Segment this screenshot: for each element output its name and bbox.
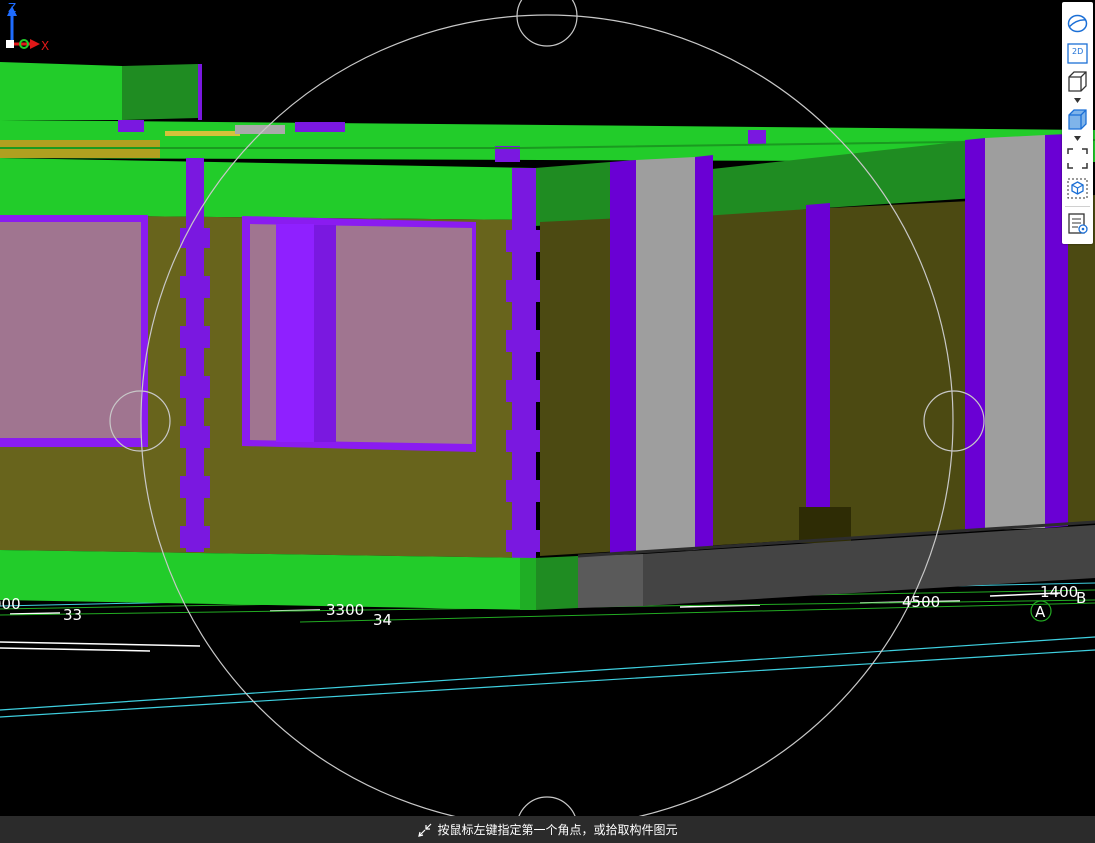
window-mullion [276, 224, 314, 442]
toolbar-divider [1065, 206, 1090, 207]
dimension-label: 000 [0, 595, 21, 613]
window-mullion [314, 225, 336, 442]
chevron-down-icon[interactable] [1074, 136, 1081, 141]
status-bar: 按鼠标左键指定第一个角点，或拾取构件图元 [0, 816, 1095, 843]
pick-cursor-icon [418, 823, 432, 837]
display-list-icon[interactable] [1066, 212, 1089, 235]
roof-beam [0, 62, 122, 120]
3d-model-viewport[interactable]: 000 33 3300 34 4500 A 1400 B Z X [0, 0, 1095, 816]
grid-line [0, 649, 1095, 718]
front-beam-top [0, 158, 535, 220]
x-axis-label: X [41, 39, 49, 53]
z-axis-label: Z [8, 1, 16, 15]
status-message: 按鼠标左键指定第一个角点，或拾取构件图元 [437, 823, 678, 837]
2d-view-label: 2D [1072, 47, 1084, 56]
ground-beam [0, 550, 535, 610]
dimension-label: 1400 [1040, 583, 1078, 601]
ground-beam-side [535, 556, 578, 610]
roof-column [198, 64, 202, 120]
roof-slab-gray [235, 125, 285, 134]
roof-slab-yellow [165, 131, 240, 136]
fullscreen-icon[interactable] [1066, 147, 1089, 170]
axis-label: B [1076, 589, 1086, 607]
orbit-icon[interactable] [1066, 12, 1089, 35]
model-scene[interactable]: 000 33 3300 34 4500 A 1400 B [0, 0, 1095, 816]
view-toolbar: 2D [1062, 2, 1093, 244]
2d-view-icon[interactable]: 2D [1066, 42, 1089, 65]
chevron-down-icon[interactable] [1074, 98, 1081, 103]
axis-label: 33 [63, 606, 82, 624]
dimension-label: 3300 [326, 601, 364, 619]
section-box-icon[interactable] [1066, 177, 1089, 200]
3d-box-icon[interactable] [1066, 70, 1089, 93]
axis-label: 34 [373, 611, 392, 629]
window-glass [0, 222, 141, 438]
roof-beam-side [122, 64, 198, 120]
dimension-label: 4500 [902, 593, 940, 611]
3d-solid-icon[interactable] [1066, 108, 1089, 131]
axis-label: A [1035, 603, 1046, 621]
ground-beam-edge [520, 558, 536, 610]
foundation [578, 554, 643, 608]
axis-triad: Z X [6, 1, 49, 53]
front-beam-top-side [535, 162, 610, 226]
grid-line [0, 636, 1095, 711]
